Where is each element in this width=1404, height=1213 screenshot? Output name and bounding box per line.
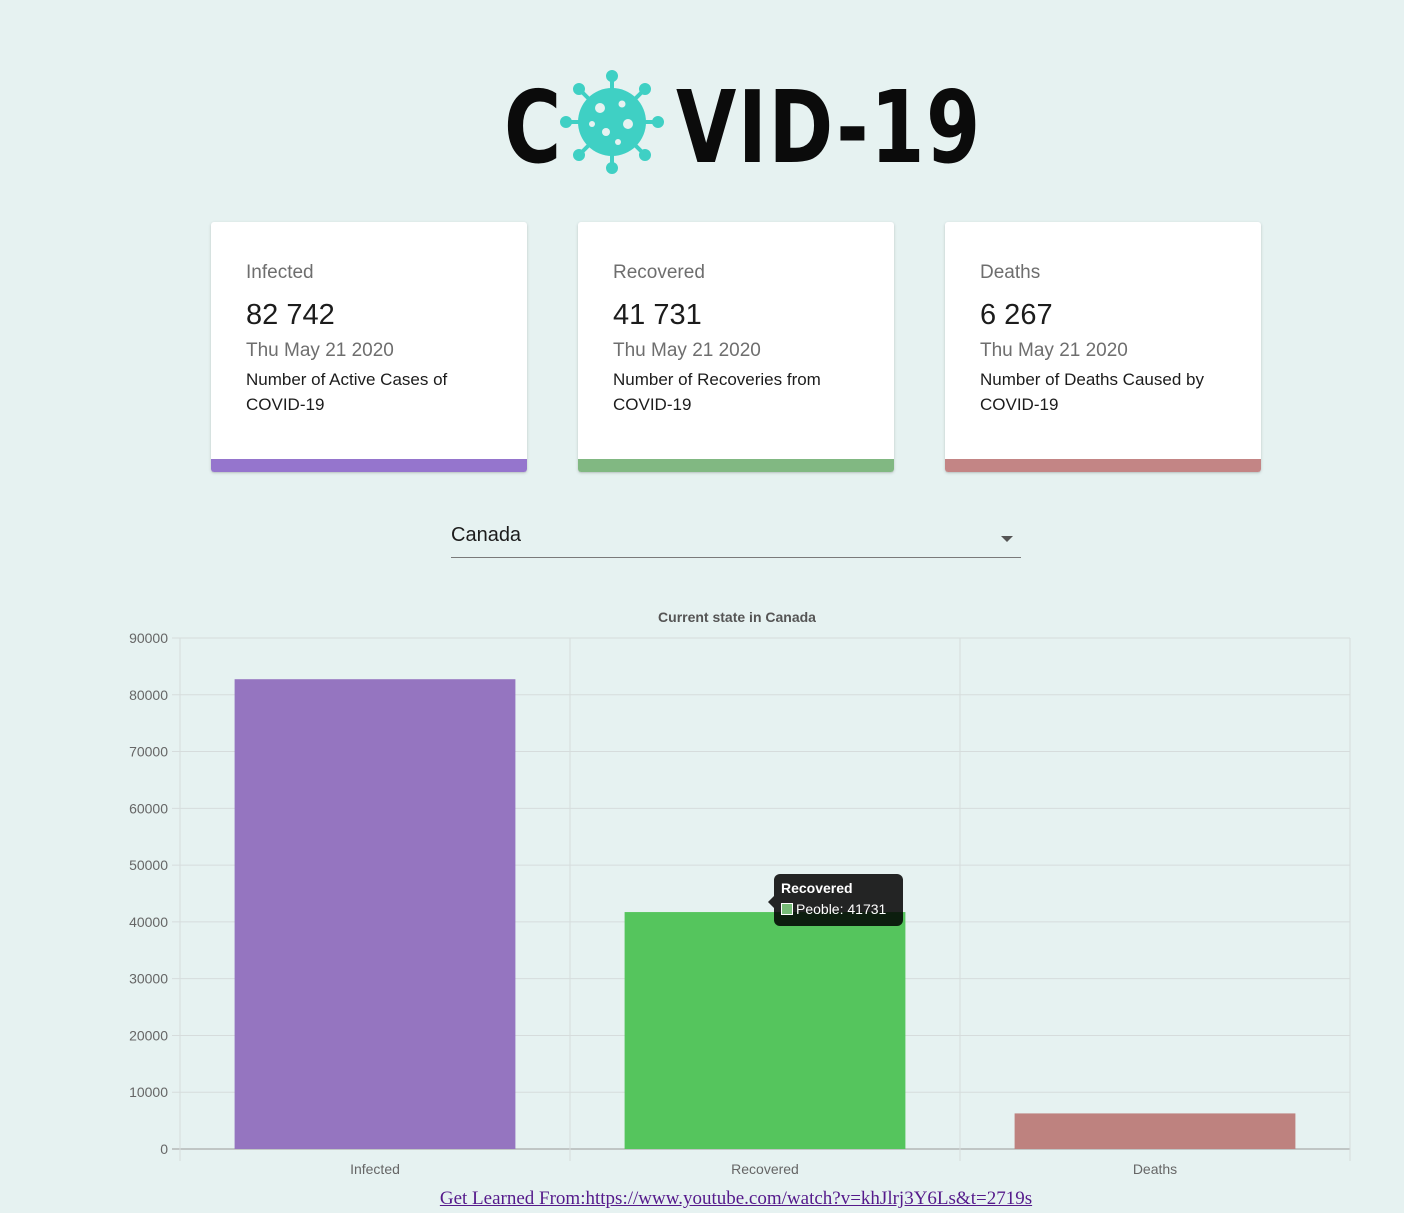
chevron-down-icon[interactable] bbox=[1001, 536, 1013, 542]
tooltip-body: Peoble: 41731 bbox=[781, 899, 896, 919]
source-link[interactable]: Get Learned From:https://www.youtube.com… bbox=[0, 1188, 1404, 1210]
bar-recovered[interactable] bbox=[624, 912, 906, 1149]
x-tick-label: Infected bbox=[350, 1161, 400, 1177]
card-value: 82 742 bbox=[246, 299, 335, 331]
card-description: Number of Active Cases of COVID-19 bbox=[246, 370, 448, 414]
tooltip-title: Recovered bbox=[781, 880, 853, 896]
card-title: Deaths bbox=[980, 262, 1041, 283]
card-description: Number of Deaths Caused by COVID-19 bbox=[980, 370, 1204, 414]
y-tick-label: 20000 bbox=[129, 1027, 168, 1043]
card-date: Thu May 21 2020 bbox=[980, 340, 1128, 361]
card-color-bar bbox=[578, 459, 894, 472]
tooltip-label: Peoble: 41731 bbox=[796, 901, 887, 917]
card-description: Number of Recoveries from COVID-19 bbox=[613, 370, 821, 414]
y-tick-label: 80000 bbox=[129, 687, 168, 703]
y-tick-label: 70000 bbox=[129, 744, 168, 760]
y-tick-label: 40000 bbox=[129, 914, 168, 930]
covid-logo: C VID-19 bbox=[500, 68, 980, 186]
y-tick-label: 90000 bbox=[129, 630, 168, 646]
deaths-card: Deaths 6 267 Thu May 21 2020 Number of D… bbox=[945, 222, 1261, 472]
logo-text-vid19: VID-19 bbox=[676, 69, 982, 186]
bar-infected[interactable] bbox=[234, 679, 516, 1149]
x-tick-label: Recovered bbox=[731, 1161, 799, 1177]
chart-title: Current state in Canada bbox=[658, 609, 816, 625]
bar-chart: Current state in Canada 0 10000 20000 30000… bbox=[129, 609, 1351, 1177]
logo-text-c: C bbox=[504, 69, 563, 186]
y-tick-label: 50000 bbox=[129, 857, 168, 873]
bar-deaths[interactable] bbox=[1014, 1113, 1296, 1149]
card-title: Recovered bbox=[613, 262, 705, 283]
y-tick-label: 10000 bbox=[129, 1084, 168, 1100]
infected-card: Infected 82 742 Thu May 21 2020 Number o… bbox=[211, 222, 527, 472]
card-color-bar bbox=[211, 459, 527, 472]
card-date: Thu May 21 2020 bbox=[246, 340, 394, 361]
country-select[interactable]: Canada bbox=[451, 520, 1021, 558]
x-tick-label: Deaths bbox=[1133, 1161, 1177, 1177]
y-tick-label: 0 bbox=[160, 1141, 168, 1157]
y-tick-label: 60000 bbox=[129, 800, 168, 816]
y-tick-label: 30000 bbox=[129, 971, 168, 987]
country-select-value: Canada bbox=[451, 524, 522, 546]
card-color-bar bbox=[945, 459, 1261, 472]
card-date: Thu May 21 2020 bbox=[613, 340, 761, 361]
card-value: 41 731 bbox=[613, 299, 702, 331]
card-title: Infected bbox=[246, 262, 314, 283]
virus-icon bbox=[560, 70, 664, 174]
recovered-card: Recovered 41 731 Thu May 21 2020 Number … bbox=[578, 222, 894, 472]
card-value: 6 267 bbox=[980, 299, 1053, 331]
chart-tooltip: Recovered Peoble: 41731 bbox=[768, 874, 903, 926]
tooltip-swatch bbox=[781, 903, 793, 915]
